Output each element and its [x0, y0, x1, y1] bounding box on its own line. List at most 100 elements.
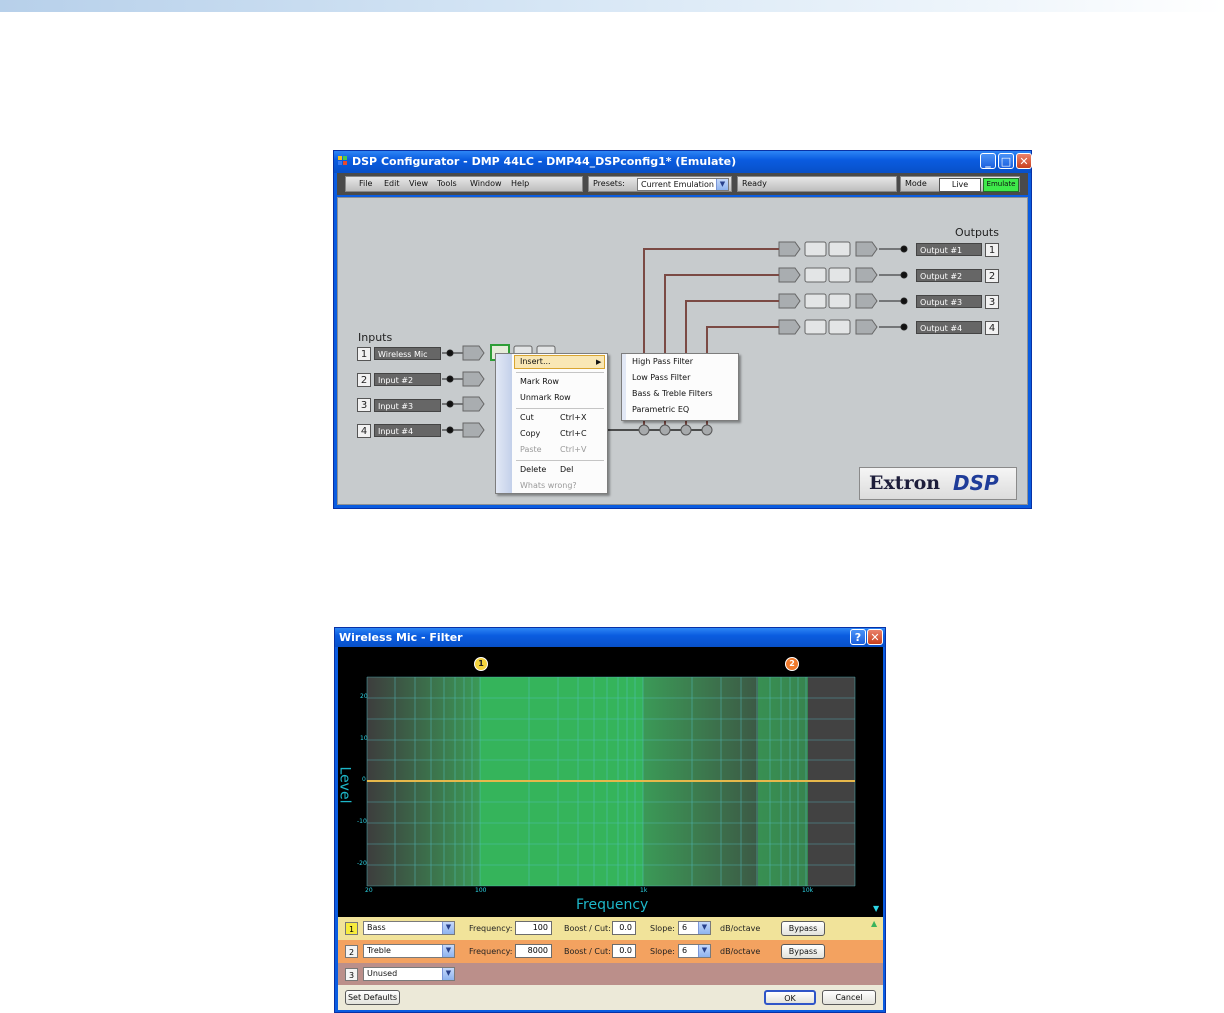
status-panel: Ready — [737, 176, 897, 192]
chevron-down-icon[interactable]: ▼ — [698, 945, 710, 957]
filter-marker-1[interactable]: 1 — [474, 657, 488, 671]
title-bar[interactable]: DSP Configurator - DMP 44LC - DMP44_DSPc… — [334, 151, 1032, 173]
input-4-number: 4 — [357, 424, 371, 438]
filter-row-1: 1 Bass ▼ Frequency: 100 Boost / Cut: 0.0 … — [338, 917, 883, 940]
menu-bar: File Edit View Tools Window Help Presets… — [337, 173, 1028, 195]
menu-gutter — [496, 354, 512, 493]
row-2-boost-label: Boost / Cut: — [564, 947, 611, 956]
y-tick-20: 20 — [360, 693, 368, 700]
menu-cut-label: Cut — [520, 413, 534, 422]
filter-row-2: 2 Treble ▼ Frequency: 8000 Boost / Cut: 0… — [338, 940, 883, 963]
chevron-down-icon[interactable]: ▼ — [442, 968, 454, 980]
row-1-bypass-button[interactable]: Bypass — [781, 921, 825, 936]
submenu-parametric-eq[interactable]: Parametric EQ — [632, 403, 689, 417]
presets-dropdown[interactable]: Current Emulation ▼ — [637, 178, 729, 191]
row-2-bypass-button[interactable]: Bypass — [781, 944, 825, 959]
menu-separator — [516, 460, 604, 461]
output-4-number: 4 — [985, 321, 999, 335]
row-2-number: 2 — [345, 945, 358, 958]
row-2-unit: dB/octave — [720, 947, 761, 956]
minimize-button[interactable]: _ — [980, 153, 996, 169]
filter-title-bar[interactable]: Wireless Mic - Filter ? ✕ — [335, 628, 885, 647]
live-button[interactable]: Live — [939, 178, 981, 192]
input-3-name[interactable]: Input #3 — [374, 399, 441, 412]
row-3-type-dropdown[interactable]: Unused ▼ — [363, 967, 455, 981]
chevron-down-icon[interactable]: ▼ — [698, 922, 710, 934]
mode-panel: Mode Live Emulate — [900, 176, 1020, 192]
status-text: Ready — [742, 179, 767, 188]
cancel-button[interactable]: Cancel — [822, 990, 876, 1005]
menu-separator — [516, 408, 604, 409]
menu-insert[interactable]: Insert... ▶ — [520, 355, 604, 369]
chevron-down-icon[interactable]: ▼ — [716, 179, 728, 190]
row-2-slope-dropdown[interactable]: 6 ▼ — [678, 944, 711, 958]
output-2-number: 2 — [985, 269, 999, 283]
row-1-type-dropdown[interactable]: Bass ▼ — [363, 921, 455, 935]
collapse-arrow-icon[interactable]: ▼ — [873, 904, 879, 913]
insert-submenu: High Pass Filter Low Pass Filter Bass & … — [621, 353, 739, 421]
menu-cut[interactable]: Cut Ctrl+X — [520, 411, 600, 425]
row-1-boost-input[interactable]: 0.0 — [612, 921, 636, 935]
row-1-frequency-input[interactable]: 100 — [515, 921, 552, 935]
filter-window-title: Wireless Mic - Filter — [339, 631, 463, 644]
submenu-high-pass[interactable]: High Pass Filter — [632, 355, 693, 369]
set-defaults-button[interactable]: Set Defaults — [345, 990, 400, 1005]
row-1-type: Bass — [367, 923, 386, 932]
output-1-name[interactable]: Output #1 — [916, 243, 982, 256]
menu-paste[interactable]: Paste Ctrl+V — [520, 443, 600, 457]
submenu-low-pass[interactable]: Low Pass Filter — [632, 371, 690, 385]
menu-unmark-row[interactable]: Unmark Row — [520, 391, 571, 405]
menu-delete[interactable]: Delete Del — [520, 463, 600, 477]
output-3-number: 3 — [985, 295, 999, 309]
filter-marker-2[interactable]: 2 — [785, 657, 799, 671]
menu-help[interactable]: Help — [511, 177, 529, 191]
row-1-slope: 6 — [682, 923, 688, 932]
submenu-bass-treble[interactable]: Bass & Treble Filters — [632, 387, 713, 401]
menu-file[interactable]: File — [359, 177, 372, 191]
menu-view[interactable]: View — [409, 177, 428, 191]
menu-window[interactable]: Window — [470, 177, 502, 191]
maximize-button[interactable]: □ — [998, 153, 1014, 169]
extron-dsp-logo: Extron DSP — [859, 467, 1017, 500]
dsp-configurator-window: DSP Configurator - DMP 44LC - DMP44_DSPc… — [333, 150, 1032, 509]
app-icon — [338, 156, 348, 166]
logo-text-dsp: DSP — [953, 471, 999, 495]
menu-insert-label: Insert... — [520, 357, 551, 366]
row-2-type-dropdown[interactable]: Treble ▼ — [363, 944, 455, 958]
logo-text-extron: Extron — [869, 472, 941, 494]
menu-delete-label: Delete — [520, 465, 547, 474]
presets-panel: Presets: Current Emulation ▼ — [588, 176, 732, 192]
close-button[interactable]: ✕ — [1016, 153, 1032, 169]
emulate-button[interactable]: Emulate — [983, 178, 1019, 192]
dialog-footer: Set Defaults OK Cancel — [338, 985, 883, 1010]
x-tick-100: 100 — [475, 887, 487, 894]
output-3-name[interactable]: Output #3 — [916, 295, 982, 308]
ok-button[interactable]: OK — [764, 990, 816, 1005]
chevron-down-icon[interactable]: ▼ — [442, 945, 454, 957]
window-title: DSP Configurator - DMP 44LC - DMP44_DSPc… — [352, 155, 737, 168]
row-2-frequency-input[interactable]: 8000 — [515, 944, 552, 958]
input-2-name[interactable]: Input #2 — [374, 373, 441, 386]
menu-edit[interactable]: Edit — [384, 177, 400, 191]
output-2-name[interactable]: Output #2 — [916, 269, 982, 282]
context-menu: Insert... ▶ Mark Row Unmark Row Cut Ctrl+X… — [495, 353, 608, 494]
row-2-boost-input[interactable]: 0.0 — [612, 944, 636, 958]
submenu-gutter — [622, 354, 626, 420]
menu-whats-wrong[interactable]: Whats wrong? — [520, 479, 577, 493]
row-1-number: 1 — [345, 922, 358, 935]
menu-mark-row[interactable]: Mark Row — [520, 375, 559, 389]
presets-value: Current Emulation — [641, 180, 714, 189]
input-4-name[interactable]: Input #4 — [374, 424, 441, 437]
help-button[interactable]: ? — [850, 629, 866, 645]
chevron-down-icon[interactable]: ▼ — [442, 922, 454, 934]
menu-tools[interactable]: Tools — [437, 177, 457, 191]
output-4-name[interactable]: Output #4 — [916, 321, 982, 334]
outputs-heading: Outputs — [955, 226, 999, 239]
expand-arrow-icon[interactable]: ▲ — [871, 919, 877, 928]
menu-separator — [516, 372, 604, 373]
row-2-freq-label: Frequency: — [469, 947, 513, 956]
row-1-slope-dropdown[interactable]: 6 ▼ — [678, 921, 711, 935]
close-button[interactable]: ✕ — [867, 629, 883, 645]
menu-copy[interactable]: Copy Ctrl+C — [520, 427, 600, 441]
input-1-name[interactable]: Wireless Mic — [374, 347, 441, 360]
